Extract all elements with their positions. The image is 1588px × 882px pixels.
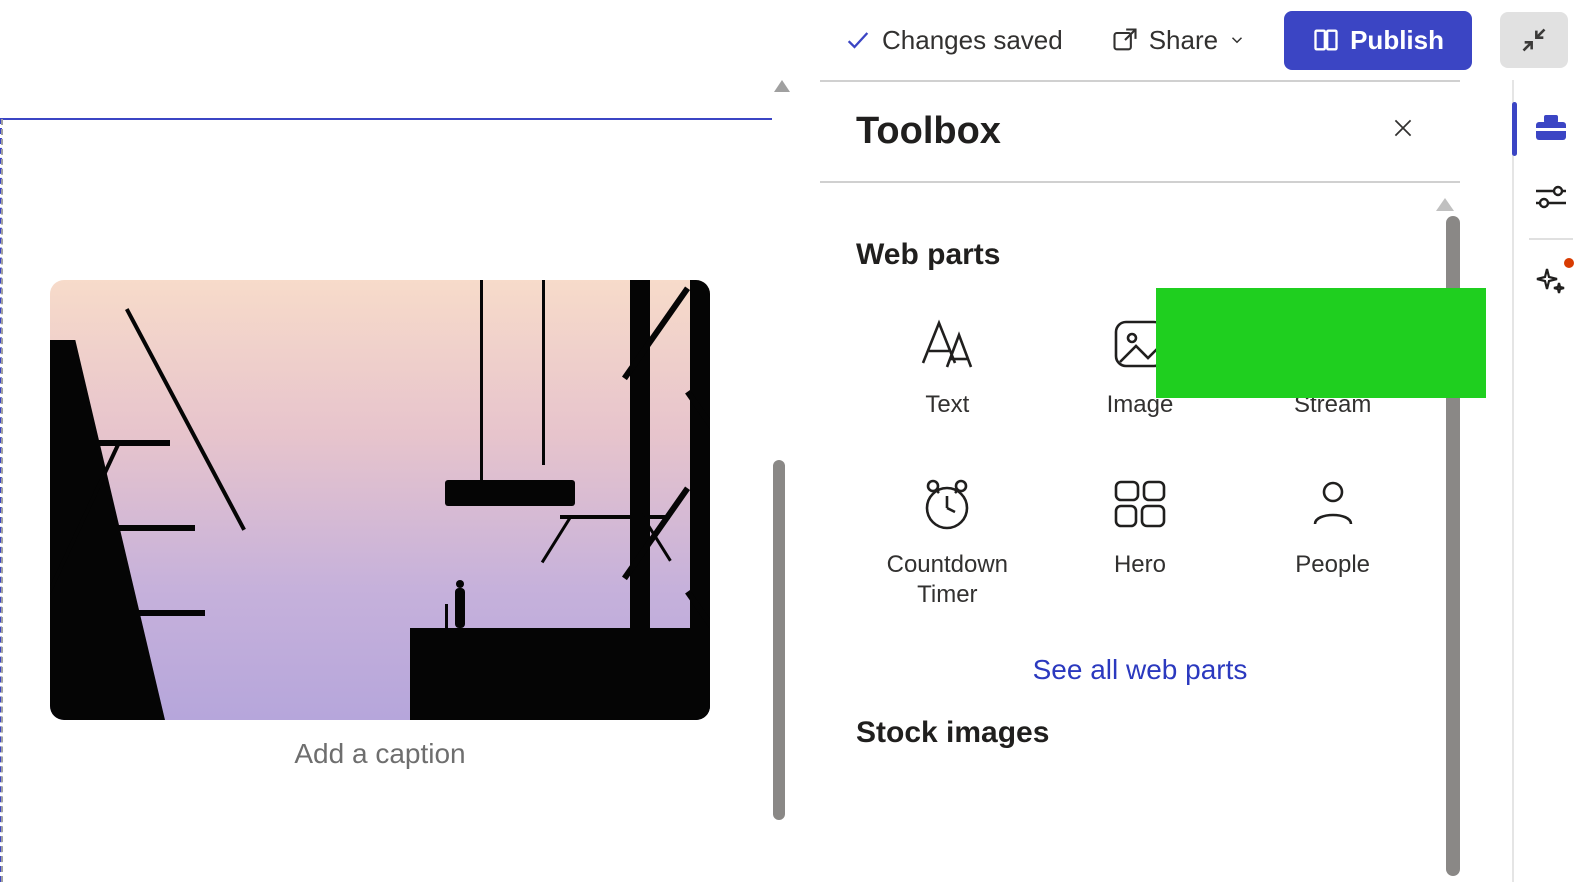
chevron-down-icon	[1228, 31, 1246, 49]
share-button[interactable]: Share	[1101, 19, 1256, 62]
toolbox-icon	[1534, 112, 1568, 147]
main-area: Add a caption Toolbox Web parts	[0, 80, 1588, 882]
toolbox-body: Web parts Text	[820, 194, 1460, 882]
toolbox-panel: Toolbox Web parts T	[820, 80, 1460, 882]
ai-tab[interactable]	[1514, 248, 1588, 318]
webpart-label: Stream	[1294, 390, 1371, 420]
command-bar: Changes saved Share Publish	[0, 0, 1588, 80]
scrollbar-thumb[interactable]	[773, 460, 785, 820]
collapse-panel-button[interactable]	[1500, 12, 1568, 68]
webparts-section-title: Web parts	[856, 238, 1424, 272]
webpart-label: Image	[1107, 390, 1174, 420]
webpart-image[interactable]: Image	[1049, 306, 1232, 426]
checkmark-icon	[844, 26, 872, 54]
settings-tab[interactable]	[1514, 164, 1588, 234]
stock-images-section-title: Stock images	[856, 716, 1424, 750]
webpart-hero[interactable]: Hero	[1049, 466, 1232, 616]
collapse-icon	[1520, 26, 1548, 54]
scrollbar-thumb[interactable]	[1446, 216, 1460, 876]
toolbox-title: Toolbox	[856, 110, 1001, 153]
canvas-scrollbar[interactable]	[769, 80, 789, 882]
toolbox-header: Toolbox	[820, 82, 1460, 183]
text-icon	[915, 312, 979, 376]
sparkle-icon	[1535, 265, 1567, 302]
publish-button[interactable]: Publish	[1284, 11, 1472, 70]
share-label: Share	[1149, 25, 1218, 56]
webparts-grid: Text Image	[856, 306, 1424, 616]
webpart-label: Countdown Timer	[862, 550, 1033, 610]
notification-badge	[1564, 258, 1574, 268]
scroll-up-icon	[774, 80, 790, 92]
webpart-stream[interactable]: Stream	[1241, 306, 1424, 426]
image-icon	[1108, 312, 1172, 376]
image-preview[interactable]	[50, 280, 710, 720]
toolbox-tab[interactable]	[1514, 94, 1588, 164]
save-status: Changes saved	[834, 19, 1073, 62]
people-icon	[1301, 472, 1365, 536]
rail-separator	[1529, 238, 1573, 240]
image-webpart[interactable]: Add a caption	[50, 280, 750, 770]
webpart-label: People	[1295, 550, 1370, 580]
share-icon	[1111, 26, 1139, 54]
scroll-up-icon	[1436, 198, 1454, 211]
pages-icon	[1312, 26, 1340, 54]
webpart-label: Text	[925, 390, 969, 420]
close-icon	[1390, 115, 1416, 148]
hero-icon	[1108, 472, 1172, 536]
webpart-people[interactable]: People	[1241, 466, 1424, 616]
stream-icon	[1301, 312, 1365, 376]
right-rail	[1512, 80, 1588, 882]
see-all-webparts-link[interactable]: See all web parts	[856, 654, 1424, 686]
close-panel-button[interactable]	[1382, 111, 1424, 153]
publish-label: Publish	[1350, 25, 1444, 56]
sliders-icon	[1534, 183, 1568, 216]
webpart-text[interactable]: Text	[856, 306, 1039, 426]
countdown-timer-icon	[915, 472, 979, 536]
webpart-countdown-timer[interactable]: Countdown Timer	[856, 466, 1039, 616]
selected-section[interactable]: Add a caption	[0, 118, 772, 882]
image-caption-input[interactable]: Add a caption	[50, 738, 710, 770]
toolbox-scrollbar[interactable]	[1444, 216, 1460, 882]
save-status-label: Changes saved	[882, 25, 1063, 56]
webpart-label: Hero	[1114, 550, 1166, 580]
page-canvas: Add a caption	[0, 80, 775, 882]
